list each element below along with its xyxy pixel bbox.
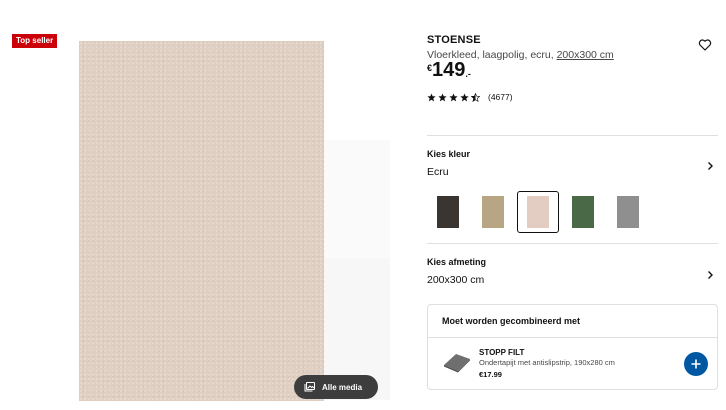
divider <box>427 243 718 244</box>
combined-with-title: Moet worden gecombineerd met <box>442 316 581 326</box>
star-full-icon <box>449 92 458 101</box>
price-decimals: .- <box>465 69 471 79</box>
star-half-icon <box>471 92 480 102</box>
combo-item-name[interactable]: STOPP FILT <box>479 348 524 357</box>
product-price: € 149 .- <box>427 60 471 80</box>
swatch-chip <box>572 196 594 228</box>
swatch-chip <box>482 196 504 228</box>
price-amount: 149 <box>432 59 466 81</box>
swatch-chip <box>437 196 459 228</box>
product-header: STOENSE Vloerkleed, laagpolig, ecru, 200… <box>427 34 718 61</box>
rug-pad-thumbnail[interactable] <box>442 351 472 373</box>
color-swatch-beige[interactable] <box>472 191 514 233</box>
plus-icon <box>691 359 701 369</box>
color-swatch-dark[interactable] <box>427 191 469 233</box>
next-image-preview <box>324 140 390 258</box>
color-swatch-grey[interactable] <box>607 191 649 233</box>
color-swatch-ecru[interactable] <box>517 191 559 233</box>
combined-with-card: Moet worden gecombineerd met STOPP FILT … <box>427 304 718 390</box>
all-media-label: Alle media <box>322 382 363 392</box>
combo-item-price: €17.99 <box>479 370 502 379</box>
color-section-title: Kies kleur <box>427 149 471 159</box>
selected-color: Ecru <box>427 166 449 178</box>
gallery-icon <box>304 380 316 394</box>
product-name: STOENSE <box>427 34 481 46</box>
star-full-icon <box>427 92 436 101</box>
swatch-chip <box>617 196 639 228</box>
star-full-icon <box>438 92 447 101</box>
product-image[interactable] <box>79 41 324 401</box>
chevron-right-icon[interactable] <box>706 158 714 170</box>
add-to-cart-button[interactable] <box>684 352 708 376</box>
all-media-button[interactable]: Alle media <box>294 375 378 399</box>
combo-item-description: Ondertapijt met antislipstrip, 190x280 c… <box>479 358 615 367</box>
favorite-heart-icon[interactable] <box>698 38 712 52</box>
divider <box>428 337 717 338</box>
star-full-icon <box>460 92 469 101</box>
selected-size: 200x300 cm <box>427 274 485 286</box>
product-rating[interactable]: (4677) <box>427 92 513 102</box>
divider <box>427 135 718 136</box>
swatch-chip <box>527 196 549 228</box>
chevron-right-icon[interactable] <box>706 267 714 279</box>
size-link[interactable]: 200x300 cm <box>557 49 614 61</box>
review-count: (4677) <box>488 92 513 102</box>
size-section-title: Kies afmeting <box>427 257 487 267</box>
product-gallery: Alle media <box>0 0 400 410</box>
color-swatch-green[interactable] <box>562 191 604 233</box>
